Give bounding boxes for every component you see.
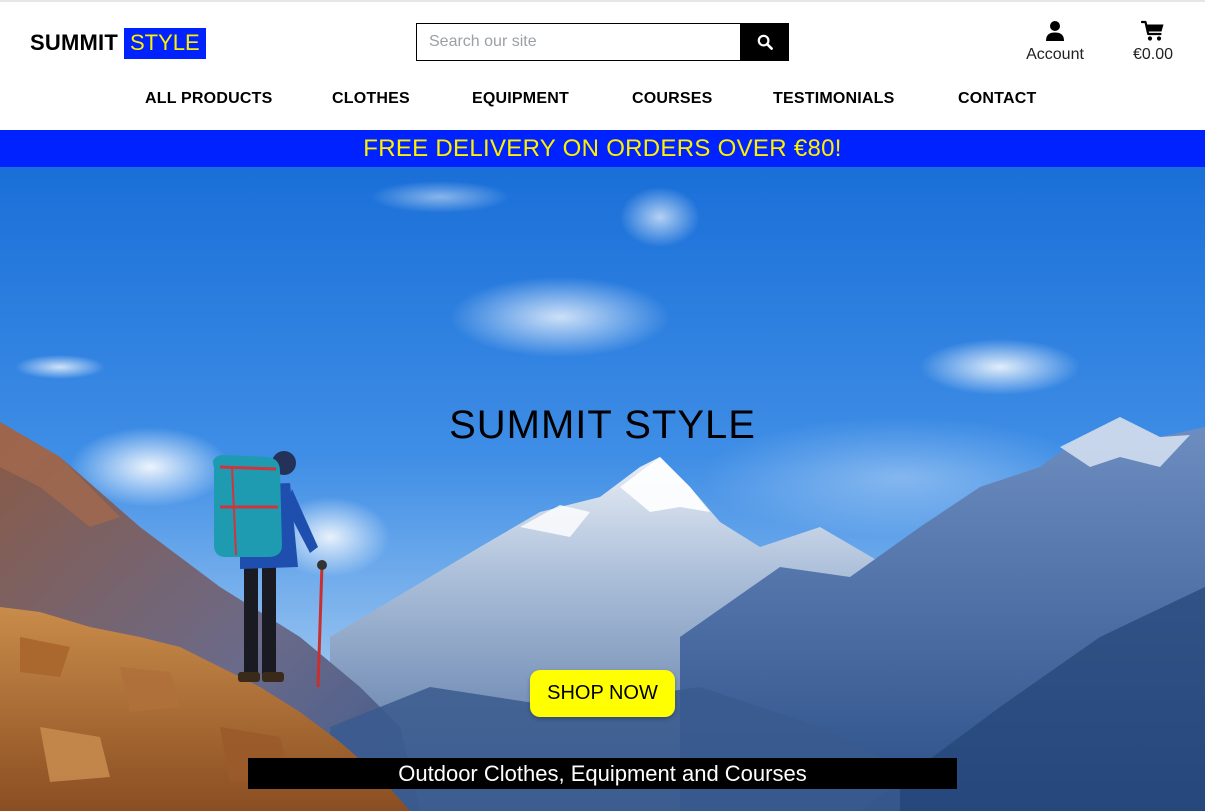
search-input[interactable] xyxy=(416,23,740,61)
site-header: SUMMIT STYLE Account xyxy=(0,2,1205,130)
nav-testimonials[interactable]: TESTIMONIALS xyxy=(773,90,895,108)
nav-clothes[interactable]: CLOTHES xyxy=(332,90,410,108)
free-delivery-banner: FREE DELIVERY ON ORDERS OVER €80! xyxy=(0,130,1205,167)
nav-courses[interactable]: COURSES xyxy=(632,90,713,108)
shopping-cart-icon xyxy=(1141,20,1164,41)
cart-link[interactable]: €0.00 xyxy=(1124,18,1182,64)
logo-text-main: SUMMIT xyxy=(30,30,118,55)
nav-contact[interactable]: CONTACT xyxy=(958,90,1036,108)
user-icon xyxy=(1046,21,1064,41)
site-logo[interactable]: SUMMIT STYLE xyxy=(30,27,206,59)
nav-equipment[interactable]: EQUIPMENT xyxy=(472,90,569,108)
cart-total: €0.00 xyxy=(1132,46,1174,63)
logo-text-accent: STYLE xyxy=(123,27,206,59)
account-link[interactable]: Account xyxy=(1016,18,1094,64)
shop-now-button[interactable]: SHOP NOW xyxy=(530,670,675,717)
search-form xyxy=(416,23,789,61)
nav-all-products[interactable]: ALL PRODUCTS xyxy=(145,90,272,108)
main-navigation: ALL PRODUCTS CLOTHES EQUIPMENT COURSES T… xyxy=(0,90,1205,114)
account-label: Account xyxy=(1026,46,1084,63)
search-icon xyxy=(757,34,773,50)
hero-title: SUMMIT STYLE xyxy=(449,403,756,447)
hero-section: SUMMIT STYLE SHOP NOW Outdoor Clothes, E… xyxy=(0,167,1205,811)
search-button[interactable] xyxy=(740,23,789,61)
hero-tagline: Outdoor Clothes, Equipment and Courses xyxy=(248,758,957,789)
